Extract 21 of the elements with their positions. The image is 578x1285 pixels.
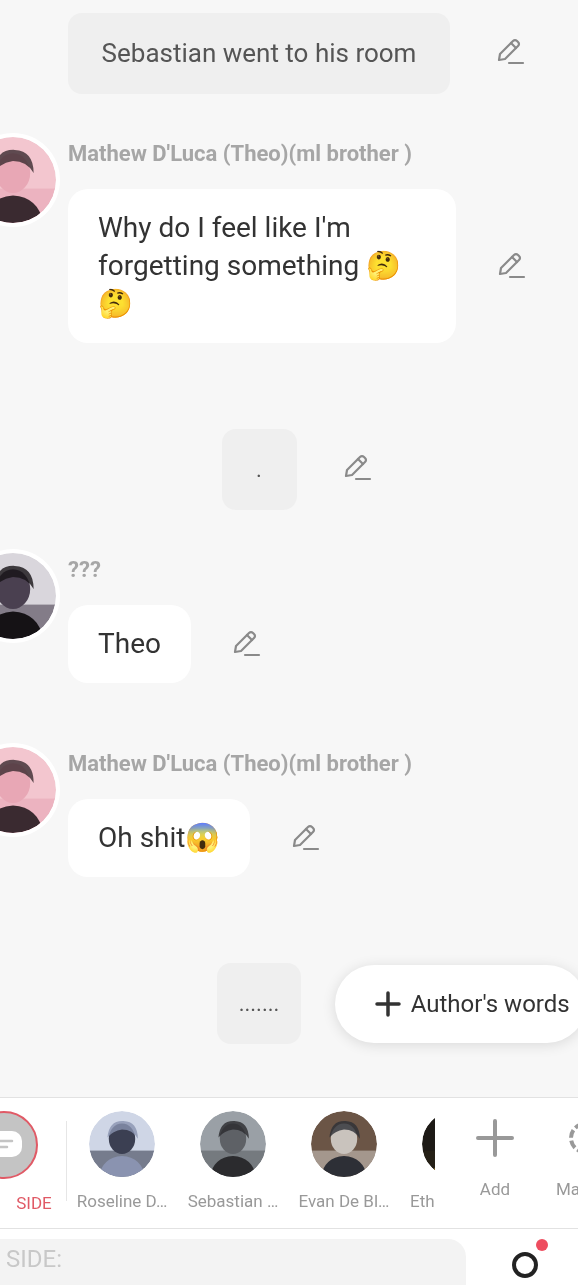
character-name: Mathew D'Luca (Theo)(ml brother ) <box>68 750 412 778</box>
plus-icon <box>374 991 401 1017</box>
edit-icon[interactable] <box>290 824 321 852</box>
message-bubble: Oh shit😱 <box>68 799 251 877</box>
cast-member[interactable]: Sebastian … <box>183 1111 283 1215</box>
edit-icon[interactable] <box>496 252 526 280</box>
narration-bubble: . <box>221 429 297 510</box>
add-author-words-button[interactable]: Author's words <box>334 965 578 1043</box>
cast-member[interactable]: Evan De Bl… <box>294 1111 394 1215</box>
add-character-button[interactable]: Add <box>445 1111 545 1203</box>
cast-member[interactable]: Eth <box>405 1111 435 1215</box>
edit-icon[interactable] <box>495 38 526 66</box>
plus-icon <box>476 1119 514 1157</box>
cast-member[interactable]: Roseline D… <box>72 1111 172 1215</box>
character-name: ??? <box>68 556 102 584</box>
character-name: Mathew D'Luca (Theo)(ml brother ) <box>68 140 413 168</box>
message-bubble: Why do I feel like I'm forgetting something 🤔🤔 <box>68 189 456 343</box>
cast-label: SIDE <box>16 1192 52 1215</box>
narration-bubble: Sebastian went to his room <box>67 13 451 94</box>
message-bubble: Theo <box>68 605 191 683</box>
narration-bubble: ....... <box>216 963 302 1044</box>
